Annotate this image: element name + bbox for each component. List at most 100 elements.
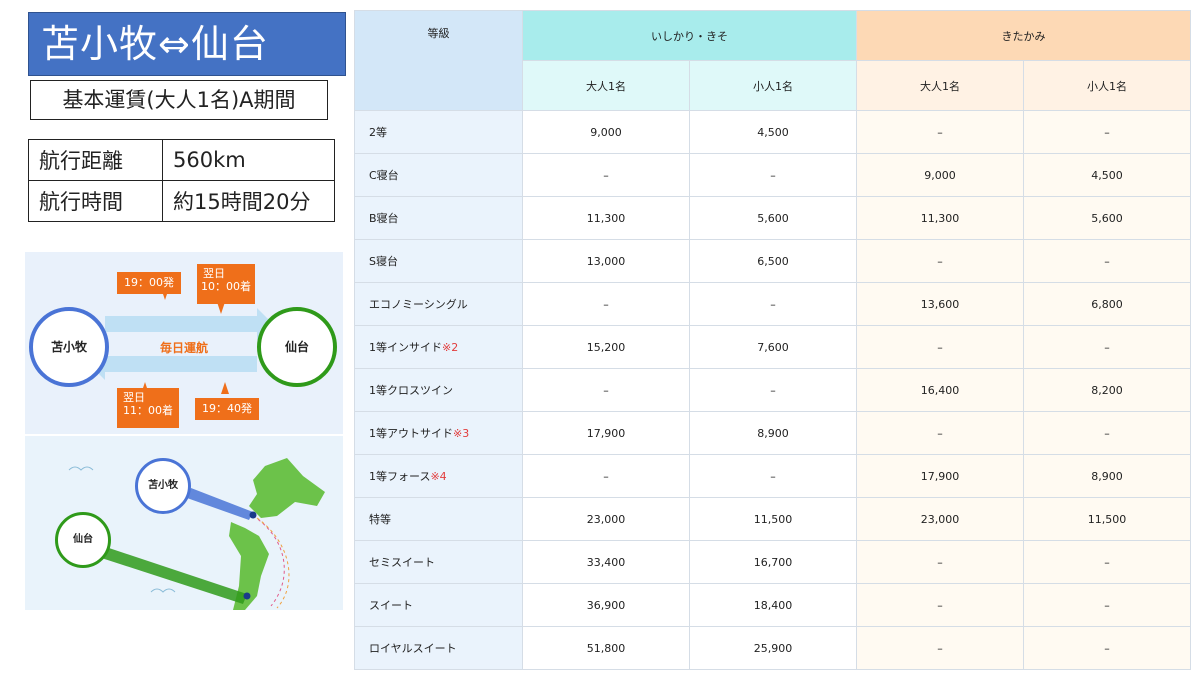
fare-cell: 23,000 bbox=[522, 497, 690, 541]
grade-label: ロイヤルスイート bbox=[369, 642, 457, 655]
fare-cell: 51,800 bbox=[522, 626, 690, 670]
fare-cell: 4,500 bbox=[1023, 153, 1191, 197]
ship-header-kitakami: きたかみ bbox=[856, 10, 1191, 61]
grade-label: 1等フォース bbox=[369, 470, 431, 483]
fare-cell: 13,600 bbox=[856, 282, 1024, 326]
grade-label: 1等インサイド bbox=[369, 341, 442, 354]
page-title: 苫小牧⇔仙台 bbox=[28, 12, 346, 76]
grade-cell: 特等 bbox=[354, 497, 523, 541]
fare-cell: – bbox=[689, 153, 857, 197]
fare-cell: 8,900 bbox=[689, 411, 857, 455]
fare-cell: – bbox=[856, 110, 1024, 154]
fare-cell: 33,400 bbox=[522, 540, 690, 584]
grade-label: B寝台 bbox=[369, 212, 399, 225]
fare-cell: – bbox=[856, 411, 1024, 455]
adult-header: 大人1名 bbox=[522, 60, 690, 111]
sendai-circle: 仙台 bbox=[257, 307, 337, 387]
grade-cell: 1等フォース※4 bbox=[354, 454, 523, 498]
outbound-depart-tag: 19：00発 bbox=[117, 272, 181, 294]
return-arrive-tag: 翌日 11：00着 bbox=[117, 388, 179, 428]
fare-cell: 7,600 bbox=[689, 325, 857, 369]
fare-cell: 9,000 bbox=[522, 110, 690, 154]
child-header: 小人1名 bbox=[1023, 60, 1191, 111]
fare-cell: – bbox=[689, 454, 857, 498]
table-row: 1等インサイド※2 15,200 7,600– – bbox=[354, 325, 1191, 369]
table-row: ロイヤルスイート 51,800 25,900– – bbox=[354, 626, 1191, 670]
fare-cell: – bbox=[1023, 540, 1191, 584]
table-row: S寝台 13,000 6,500– – bbox=[354, 239, 1191, 283]
fare-cell: – bbox=[1023, 325, 1191, 369]
grade-label: スイート bbox=[369, 599, 413, 612]
fare-cell: – bbox=[1023, 239, 1191, 283]
fare-cell: 15,200 bbox=[522, 325, 690, 369]
tomakomai-circle: 苫小牧 bbox=[29, 307, 109, 387]
grade-header: 等級 bbox=[354, 10, 523, 111]
fare-cell: 5,600 bbox=[689, 196, 857, 240]
fare-cell: – bbox=[1023, 583, 1191, 627]
grade-label: 1等アウトサイド bbox=[369, 427, 453, 440]
fare-table: 等級 いしかり・きそ きたかみ 大人1名 小人1名 大人1名 小人1名 2等 9,… bbox=[354, 10, 1191, 670]
adult-header: 大人1名 bbox=[856, 60, 1024, 111]
footnote-mark: ※3 bbox=[453, 427, 470, 440]
fare-cell: 5,600 bbox=[1023, 196, 1191, 240]
table-row: 航行時間 約15時間20分 bbox=[28, 180, 335, 222]
fare-cell: – bbox=[522, 282, 690, 326]
map-tomakomai-label: 苫小牧 bbox=[135, 458, 191, 514]
fare-cell: 18,400 bbox=[689, 583, 857, 627]
return-arrive-time: 11：00着 bbox=[123, 404, 173, 417]
grade-label: 1等クロスツイン bbox=[369, 384, 453, 397]
grade-cell: 1等アウトサイド※3 bbox=[354, 411, 523, 455]
return-arrive-day: 翌日 bbox=[123, 391, 145, 404]
grade-cell: エコノミーシングル bbox=[354, 282, 523, 326]
ship-header-ishikari: いしかり・きそ bbox=[522, 10, 857, 61]
fare-cell: 23,000 bbox=[856, 497, 1024, 541]
grade-cell: 2等 bbox=[354, 110, 523, 154]
fare-cell: – bbox=[856, 325, 1024, 369]
distance-label: 航行距離 bbox=[28, 139, 163, 181]
fare-cell: 8,200 bbox=[1023, 368, 1191, 412]
outbound-arrive-day: 翌日 bbox=[203, 267, 225, 280]
map-sendai-label: 仙台 bbox=[55, 512, 111, 568]
grade-label: エコノミーシングル bbox=[369, 298, 468, 311]
outbound-arrow bbox=[105, 308, 273, 340]
grade-cell: B寝台 bbox=[354, 196, 523, 240]
grade-label: 2等 bbox=[369, 126, 387, 139]
fare-cell: 8,900 bbox=[1023, 454, 1191, 498]
fare-cell: 11,500 bbox=[689, 497, 857, 541]
fare-cell: – bbox=[689, 282, 857, 326]
grade-label: S寝台 bbox=[369, 255, 398, 268]
footnote-mark: ※2 bbox=[442, 341, 459, 354]
child-header: 小人1名 bbox=[689, 60, 857, 111]
grade-cell: スイート bbox=[354, 583, 523, 627]
fare-cell: 6,800 bbox=[1023, 282, 1191, 326]
fare-cell: 16,400 bbox=[856, 368, 1024, 412]
fare-cell: 4,500 bbox=[689, 110, 857, 154]
grade-cell: セミスイート bbox=[354, 540, 523, 584]
fare-cell: – bbox=[1023, 411, 1191, 455]
page-subtitle: 基本運賃(大人1名)A期間 bbox=[30, 80, 328, 120]
table-row: 1等アウトサイド※3 17,900 8,900– – bbox=[354, 411, 1191, 455]
hokkaido-shape bbox=[249, 458, 325, 518]
fare-cell: 36,900 bbox=[522, 583, 690, 627]
return-depart-tag: 19：40発 bbox=[195, 398, 259, 420]
fare-cell: 25,900 bbox=[689, 626, 857, 670]
fare-cell: 13,000 bbox=[522, 239, 690, 283]
fare-cell: 11,500 bbox=[1023, 497, 1191, 541]
fare-cell: – bbox=[1023, 110, 1191, 154]
route-info-table: 航行距離 560km 航行時間 約15時間20分 bbox=[28, 139, 335, 222]
fare-cell: – bbox=[522, 454, 690, 498]
table-row: スイート 36,900 18,400– – bbox=[354, 583, 1191, 627]
distance-value: 560km bbox=[162, 139, 335, 181]
grade-cell: ロイヤルスイート bbox=[354, 626, 523, 670]
schedule-diagram: 苫小牧 仙台 毎日運航 19：00発 翌日 10：00着 翌日 11：00着 1… bbox=[25, 252, 343, 434]
fare-cell: – bbox=[1023, 626, 1191, 670]
fare-cell: 11,300 bbox=[522, 196, 690, 240]
grade-cell: S寝台 bbox=[354, 239, 523, 283]
table-row: 航行距離 560km bbox=[28, 139, 335, 181]
grade-label: C寝台 bbox=[369, 169, 399, 182]
fare-cell: – bbox=[522, 368, 690, 412]
table-row: 2等 9,000 4,500– – bbox=[354, 110, 1191, 154]
route-map: 苫小牧 仙台 bbox=[25, 436, 343, 610]
duration-label: 航行時間 bbox=[28, 180, 163, 222]
footnote-mark: ※4 bbox=[430, 470, 447, 483]
